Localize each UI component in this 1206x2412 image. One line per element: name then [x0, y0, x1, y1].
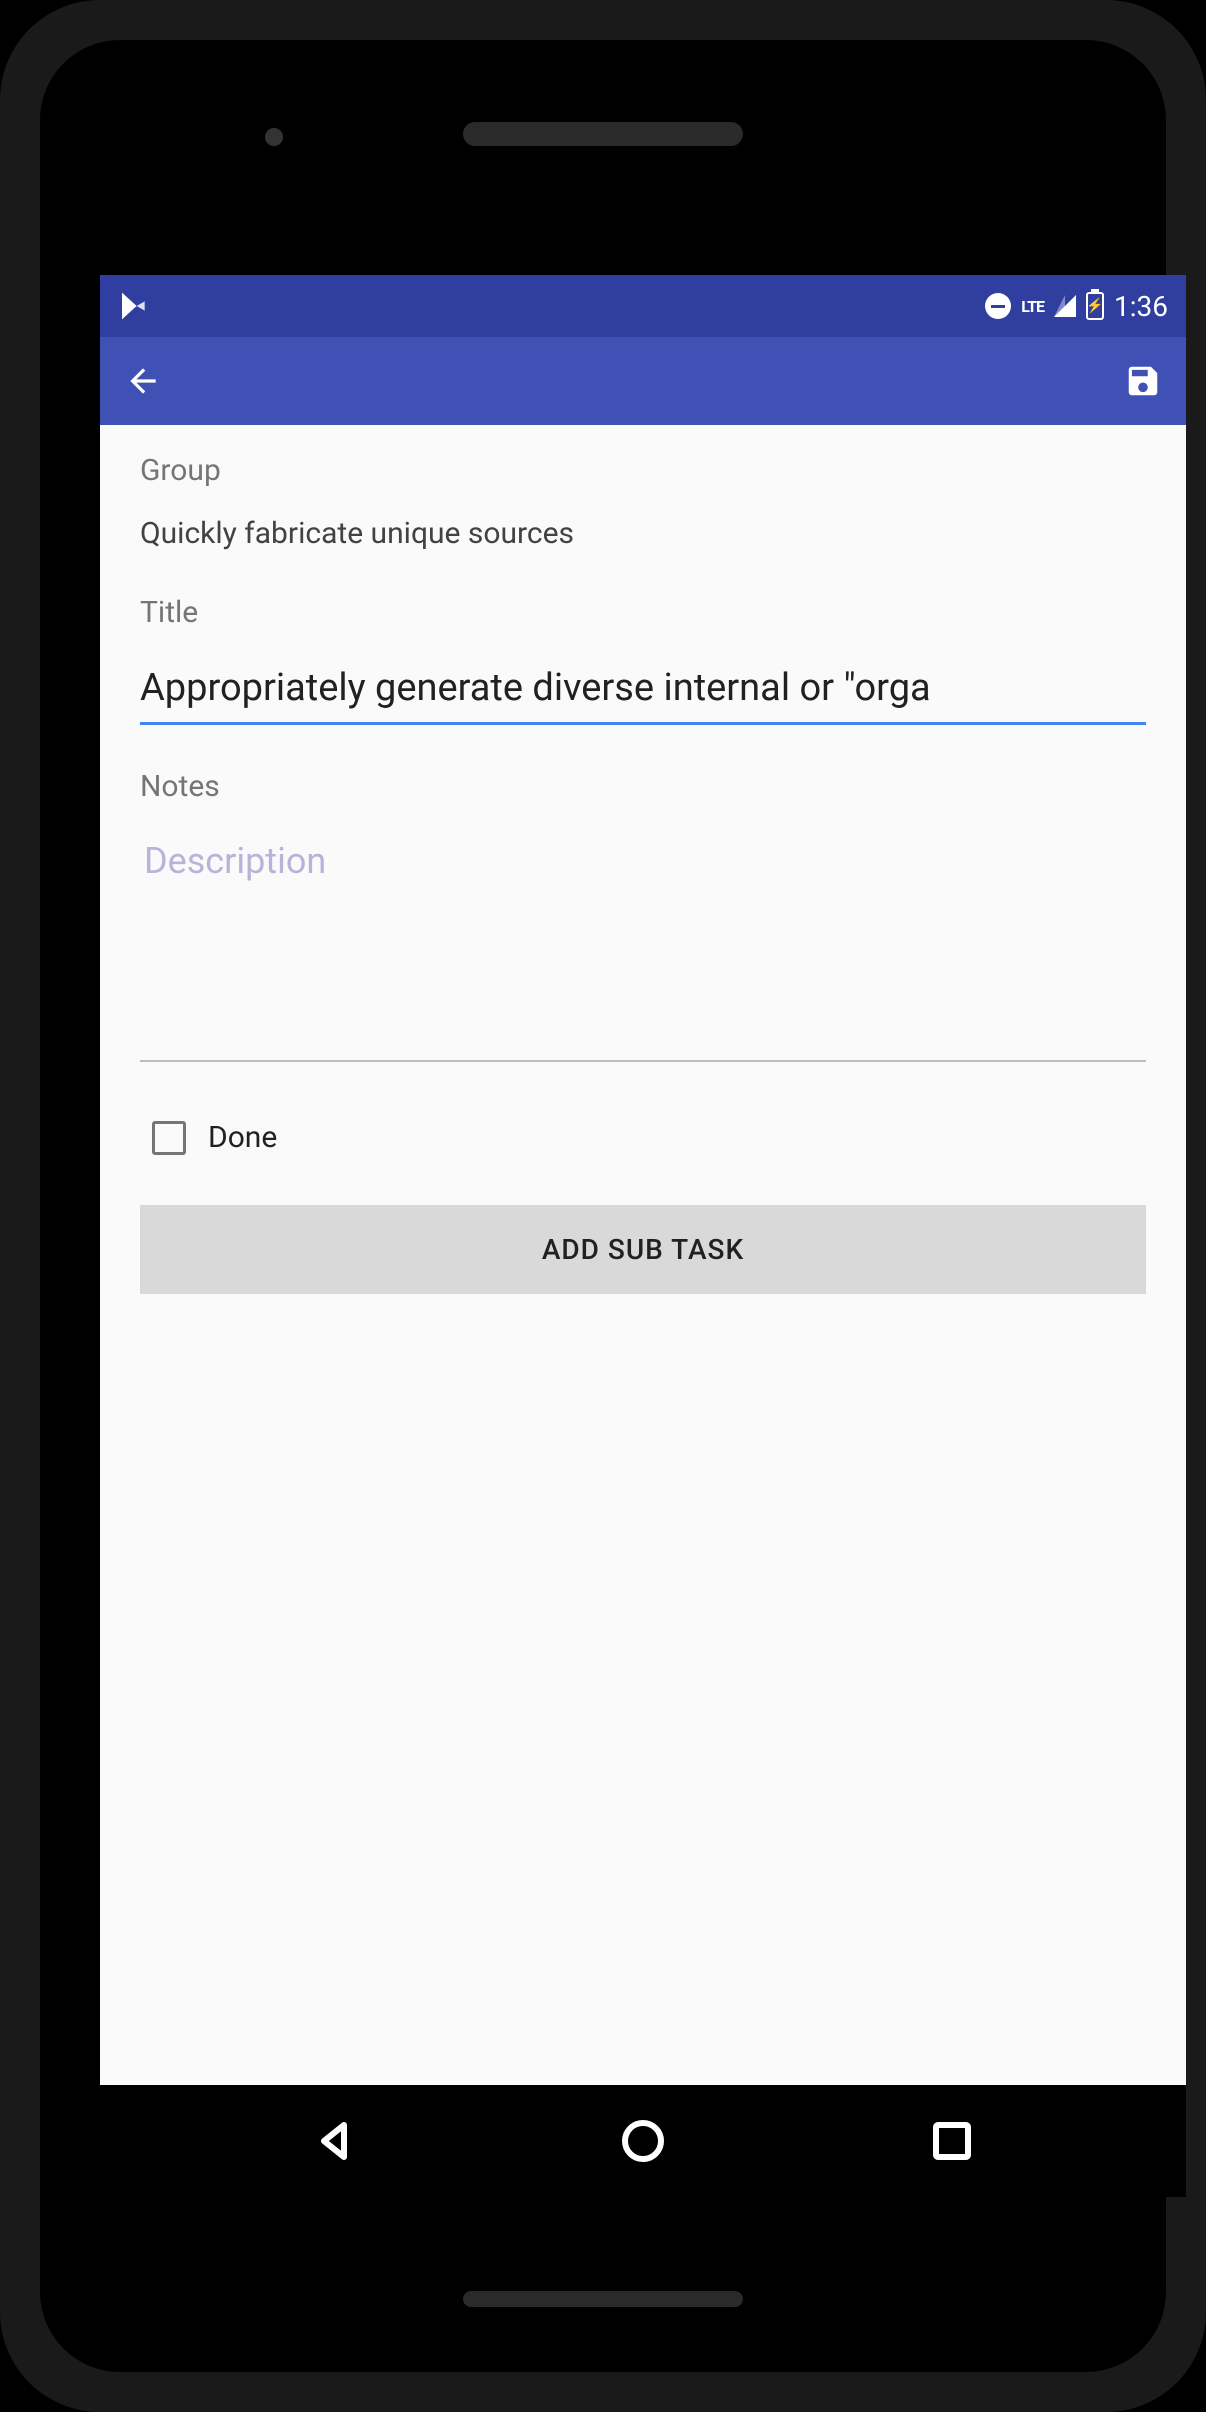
- speaker-top: [463, 122, 743, 146]
- app-bar: [100, 337, 1186, 425]
- speaker-bottom: [463, 2291, 743, 2307]
- form-content: Group Quickly fabricate unique sources T…: [100, 425, 1186, 1322]
- battery-charging-icon: ⚡: [1086, 292, 1104, 320]
- done-checkbox[interactable]: [152, 1121, 186, 1155]
- do-not-disturb-icon: [985, 293, 1011, 319]
- front-camera: [265, 128, 283, 146]
- clock: 1:36: [1114, 290, 1168, 323]
- signal-icon: [1054, 295, 1076, 317]
- title-input[interactable]: [140, 658, 1146, 725]
- nav-back-icon[interactable]: [310, 2117, 358, 2165]
- title-label: Title: [140, 595, 1146, 630]
- screen: LTE ⚡ 1:36 Group Quickl: [100, 275, 1186, 2197]
- notes-label: Notes: [140, 769, 1146, 804]
- group-value[interactable]: Quickly fabricate unique sources: [140, 516, 1146, 551]
- navigation-bar: [100, 2085, 1186, 2197]
- nav-recent-icon[interactable]: [928, 2117, 976, 2165]
- nav-home-icon[interactable]: [619, 2117, 667, 2165]
- network-lte-label: LTE: [1021, 297, 1044, 316]
- phone-bezel: LTE ⚡ 1:36 Group Quickl: [40, 40, 1166, 2372]
- save-icon[interactable]: [1124, 362, 1162, 400]
- group-label: Group: [140, 453, 1146, 488]
- status-bar: LTE ⚡ 1:36: [100, 275, 1186, 337]
- notes-textarea[interactable]: [140, 832, 1146, 1062]
- done-row[interactable]: Done: [140, 1110, 1146, 1165]
- back-arrow-icon[interactable]: [124, 362, 162, 400]
- phone-frame: LTE ⚡ 1:36 Group Quickl: [0, 0, 1206, 2412]
- done-label: Done: [208, 1120, 277, 1155]
- play-store-icon: [118, 290, 150, 322]
- add-subtask-button[interactable]: ADD SUB TASK: [140, 1205, 1146, 1294]
